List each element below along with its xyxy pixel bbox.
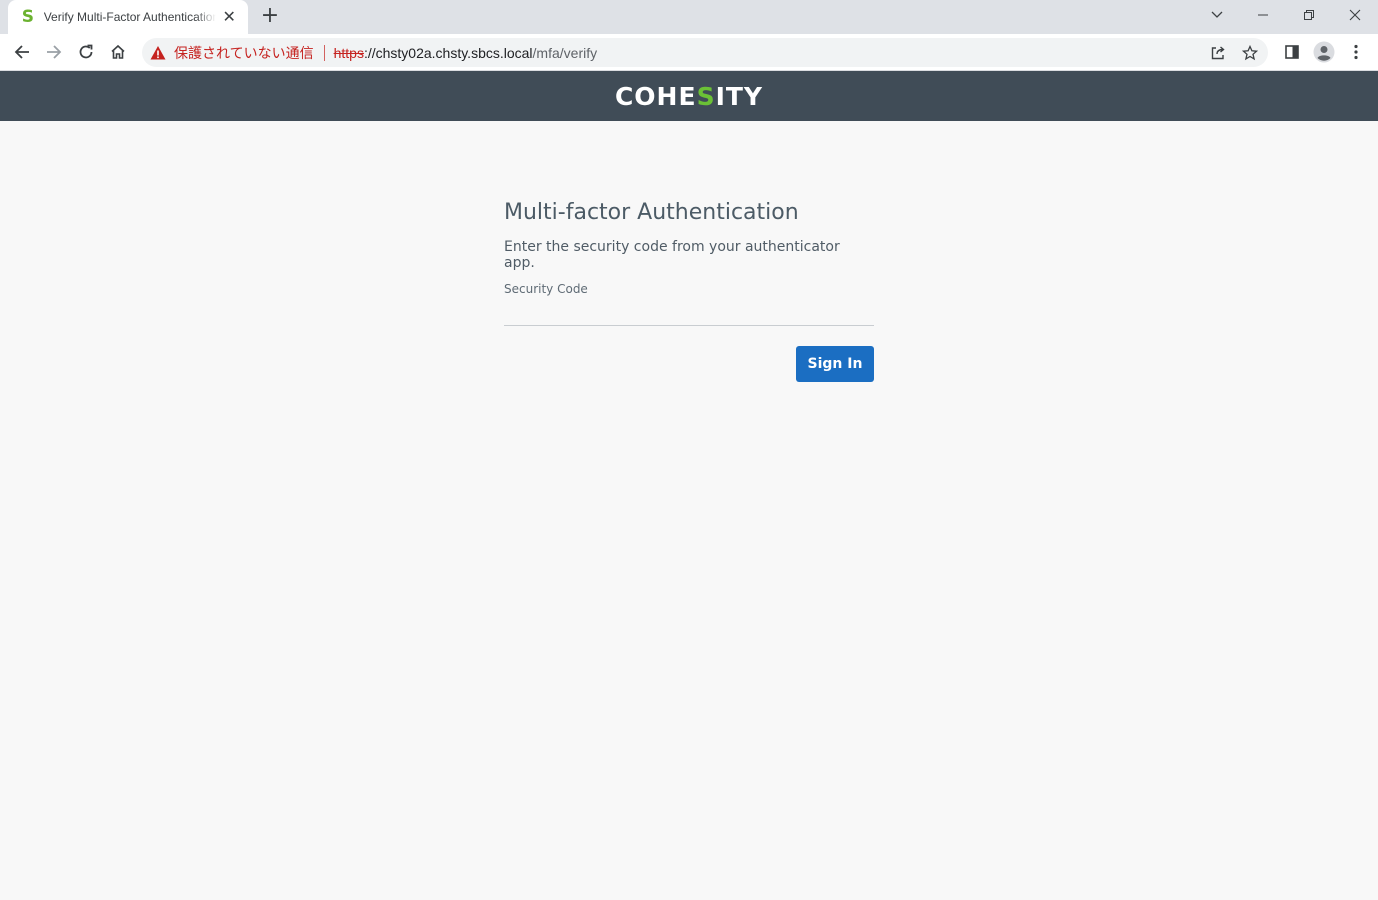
logo-text-part1: COHE: [614, 81, 697, 111]
warning-icon[interactable]: [150, 45, 166, 61]
tab-search-icon[interactable]: [1194, 0, 1240, 30]
new-tab-button[interactable]: +: [258, 5, 282, 28]
cohesity-logo: COHESITY: [615, 82, 763, 111]
close-icon[interactable]: ✕: [220, 8, 238, 26]
url-path: /mfa/verify: [532, 44, 598, 61]
restore-icon[interactable]: [1286, 0, 1332, 30]
app-header: COHESITY: [0, 71, 1378, 121]
profile-icon[interactable]: [1310, 38, 1338, 66]
url-host: ://chsty02a.chsty.sbcs.local: [363, 44, 533, 61]
omnibox-actions: [1200, 39, 1264, 67]
window-controls: [1194, 0, 1378, 34]
mfa-form: Multi-factor Authentication Enter the se…: [504, 200, 874, 382]
forward-icon[interactable]: [40, 38, 68, 66]
mfa-instruction: Enter the security code from your authen…: [504, 239, 840, 271]
menu-icon[interactable]: [1342, 38, 1370, 66]
browser-tab-active[interactable]: S Verify Multi-Factor Authentication ✕: [8, 0, 248, 34]
sign-in-button[interactable]: Sign In: [796, 346, 874, 382]
security-code-input[interactable]: [504, 296, 874, 326]
cohesity-favicon-icon: S: [21, 7, 34, 27]
url-text[interactable]: https://chsty02a.chsty.sbcs.local/mfa/ve…: [334, 45, 598, 61]
logo-text-accent: S: [696, 81, 716, 111]
omnibox-divider: [323, 44, 325, 61]
address-bar[interactable]: 保護されていない通信 https://chsty02a.chsty.sbcs.l…: [142, 38, 1268, 67]
logo-text-part2: ITY: [715, 81, 764, 111]
button-row: Sign In: [504, 346, 874, 382]
star-icon[interactable]: [1236, 39, 1264, 67]
url-scheme: https: [333, 44, 364, 61]
back-icon[interactable]: [8, 38, 36, 66]
minimize-icon[interactable]: [1240, 0, 1286, 30]
insecure-connection-label[interactable]: 保護されていない通信: [174, 43, 314, 63]
security-code-label: Security Code: [504, 282, 588, 296]
close-window-icon[interactable]: [1332, 0, 1378, 30]
page-title: Multi-factor Authentication: [504, 200, 799, 225]
tab-title: Verify Multi-Factor Authentication: [43, 10, 217, 24]
browser-toolbar: 保護されていない通信 https://chsty02a.chsty.sbcs.l…: [0, 34, 1378, 71]
share-icon[interactable]: [1204, 39, 1232, 67]
home-icon[interactable]: [104, 38, 132, 66]
browser-tabstrip: S Verify Multi-Factor Authentication ✕ +: [0, 0, 1378, 34]
side-panel-icon[interactable]: [1278, 38, 1306, 66]
reload-icon[interactable]: [72, 38, 100, 66]
